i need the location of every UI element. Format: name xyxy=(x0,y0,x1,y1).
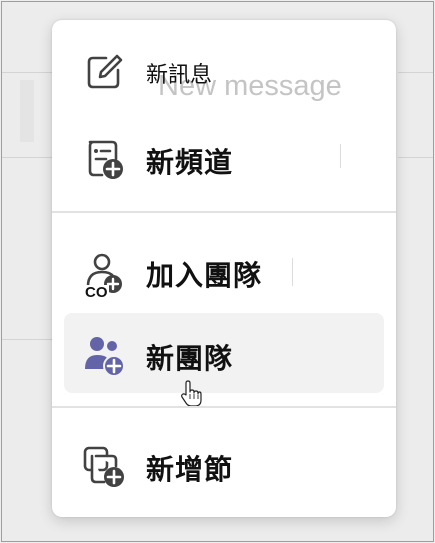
background-divider xyxy=(2,157,54,158)
menu-item-label: 加入團隊 xyxy=(146,259,263,292)
background-bleed-mark xyxy=(292,258,293,286)
background-divider xyxy=(2,339,54,340)
new-channel-icon xyxy=(88,140,123,179)
menu-item-new-section[interactable]: 新增節 xyxy=(64,424,384,504)
compose-icon xyxy=(87,54,123,89)
menu-item-new-team[interactable]: 新團隊 xyxy=(64,313,384,393)
background-divider xyxy=(398,157,433,158)
background-bleed-mark xyxy=(340,144,341,168)
hand-cursor-icon xyxy=(181,380,202,407)
join-code-badge: CO xyxy=(84,284,109,301)
menu-item-new-message[interactable]: New message 新訊息 xyxy=(64,30,384,110)
background-divider xyxy=(398,72,433,73)
background-panel xyxy=(20,80,34,142)
menu-divider xyxy=(52,211,396,213)
background-divider xyxy=(2,72,54,73)
menu-item-new-channel[interactable]: 新頻道 xyxy=(64,117,384,197)
menu-divider xyxy=(52,406,396,408)
new-team-icon xyxy=(85,337,125,377)
new-item-menu: New message 新訊息 新頻道 加入團隊 CO 新團隊 新增節 xyxy=(52,20,396,517)
menu-item-label: 新訊息 xyxy=(146,63,213,88)
new-section-icon xyxy=(83,446,124,487)
menu-item-label: 新團隊 xyxy=(146,342,234,375)
menu-item-join-team[interactable]: 加入團隊 xyxy=(64,230,384,310)
menu-item-label: 新增節 xyxy=(146,453,234,486)
menu-item-label: 新頻道 xyxy=(146,146,234,179)
